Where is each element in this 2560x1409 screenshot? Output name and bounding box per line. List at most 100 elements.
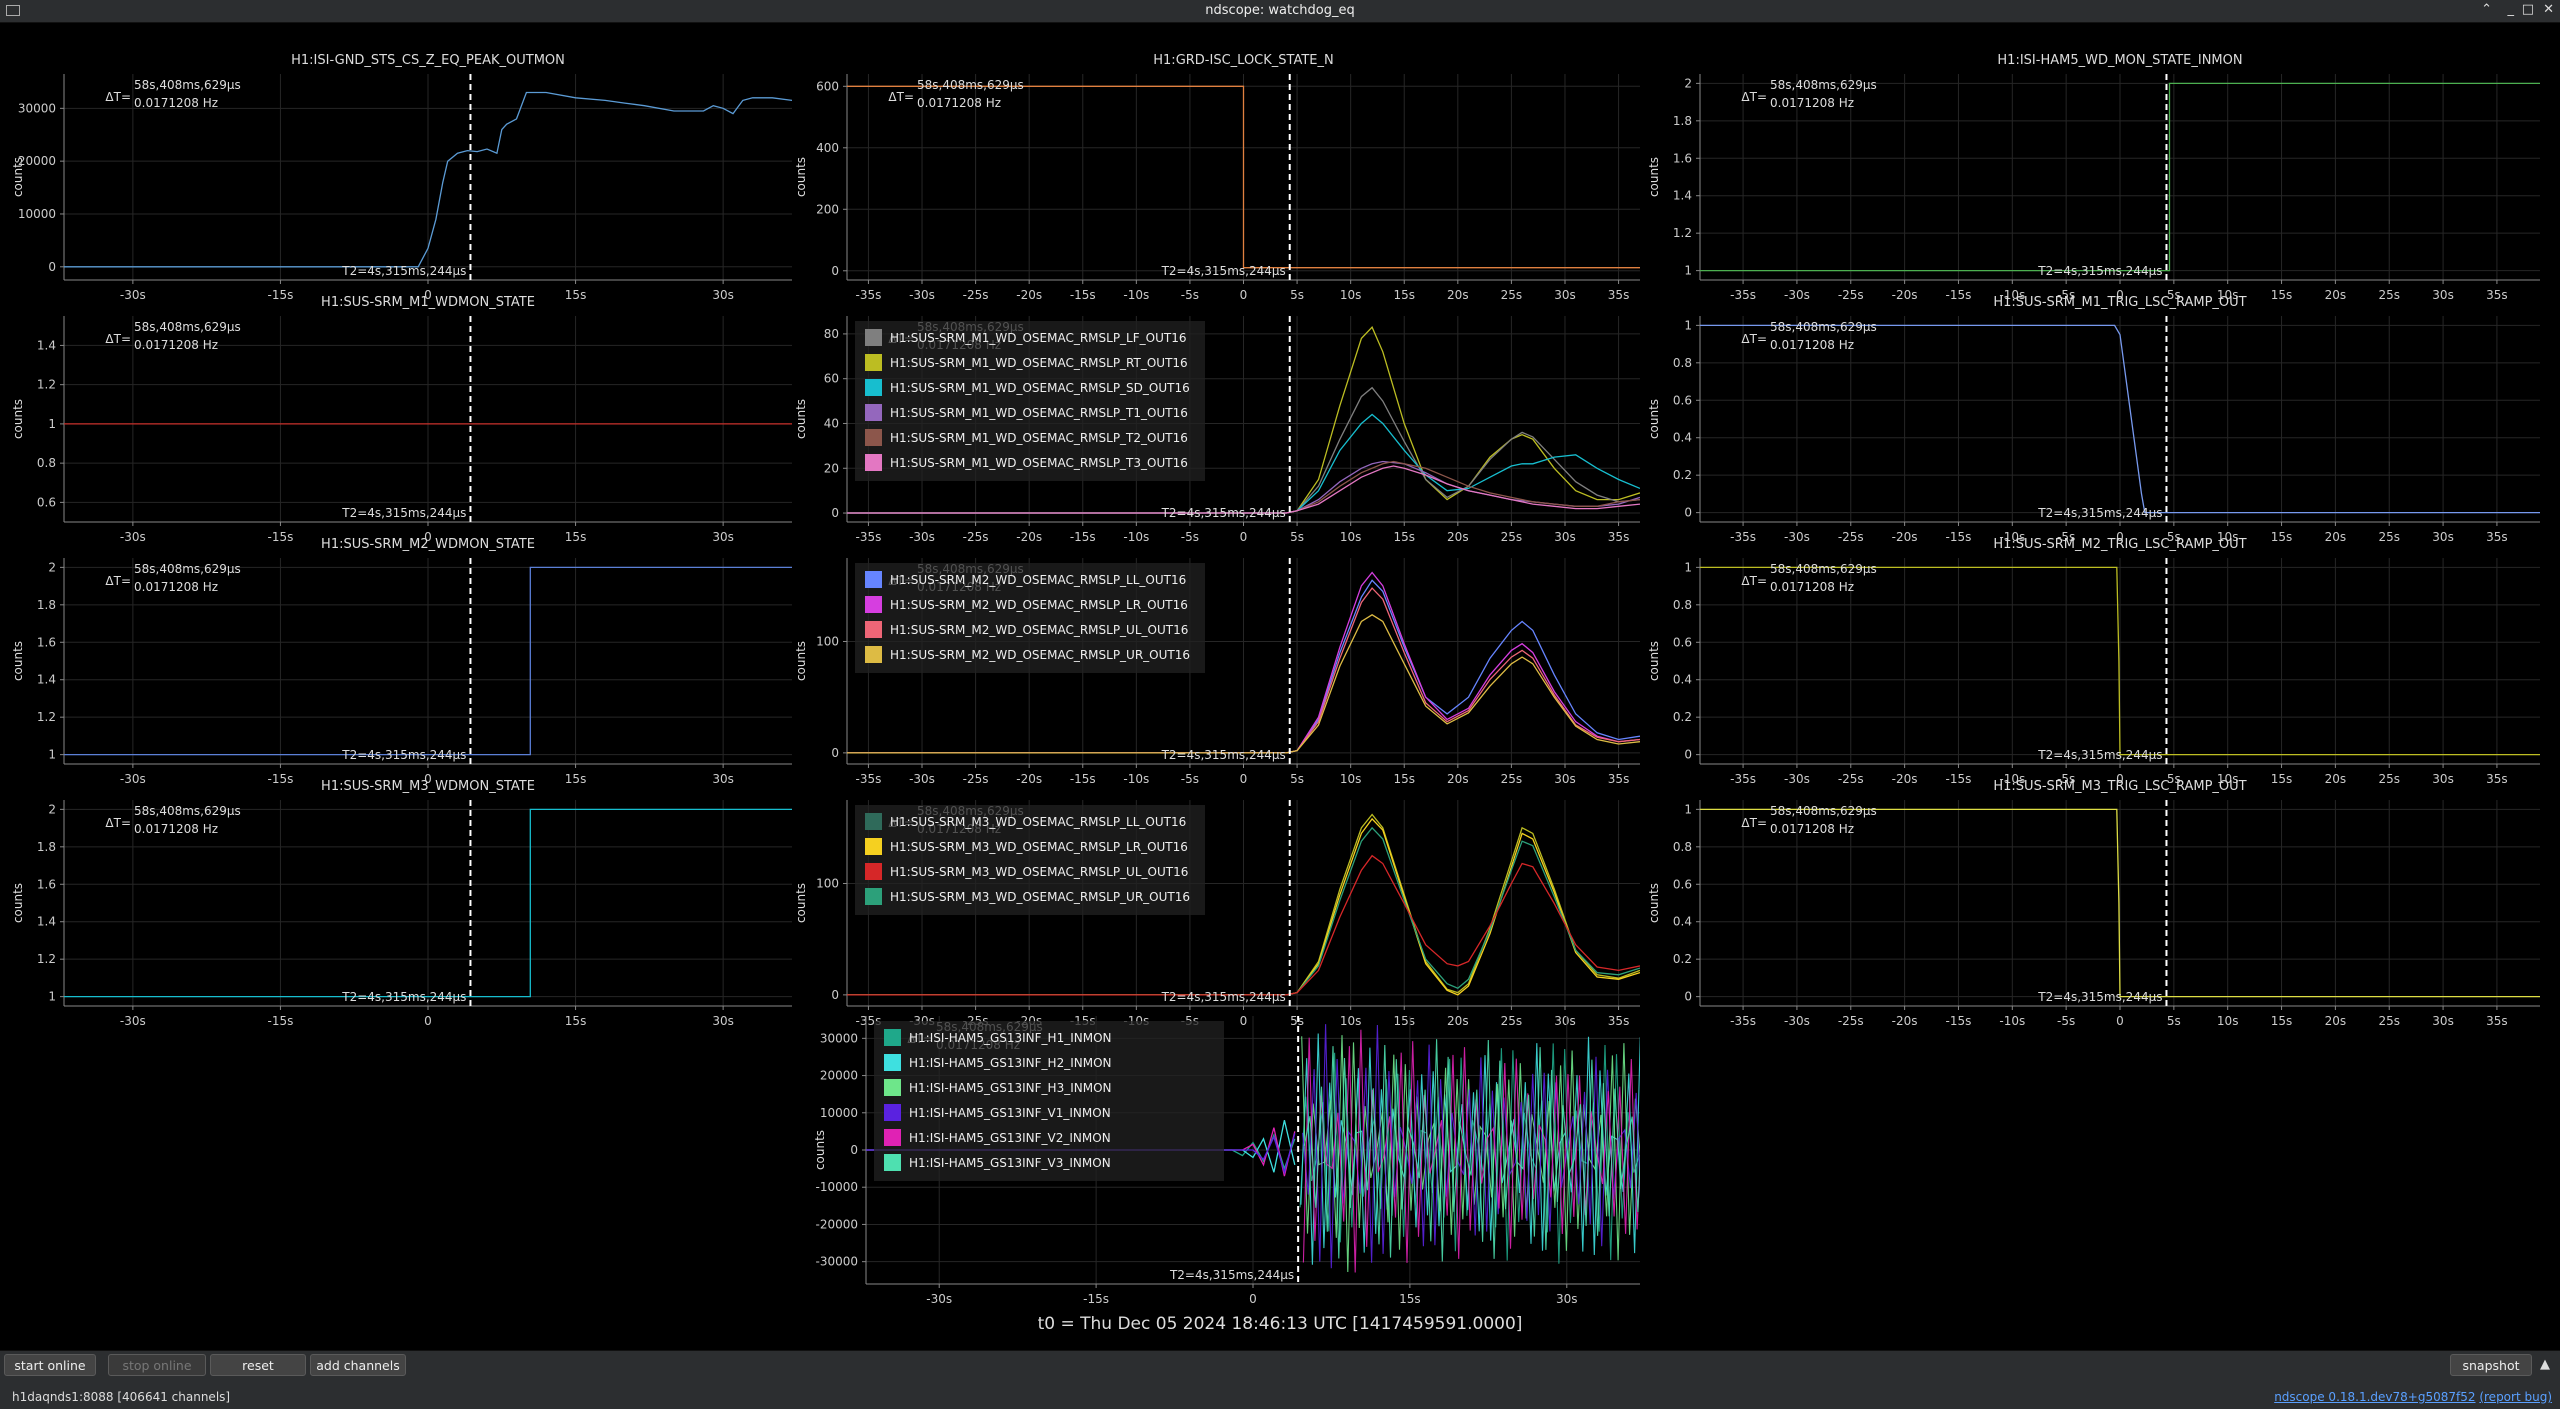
x-tick-label: -10s	[1123, 288, 1149, 302]
delta-t-value: 58s,408ms,629µs	[917, 78, 1024, 92]
legend-entry: H1:SUS-SRM_M2_WD_OSEMAC_RMSLP_LL_OUT16	[890, 573, 1186, 587]
legend-entry: H1:SUS-SRM_M2_WD_OSEMAC_RMSLP_UL_OUT16	[890, 623, 1188, 637]
cursor-t2-label: T2=4s,315ms,244µs	[341, 506, 466, 520]
series-group	[847, 85, 1640, 269]
x-tick-label: -35s	[856, 530, 882, 544]
y-tick-label: 0.8	[1673, 840, 1692, 854]
plot-9: H1:SUS-SRM_M3_WDMON_STATEcounts -30s -15s 0…	[11, 779, 792, 1028]
close-window-icon[interactable]: ✕	[2543, 2, 2554, 17]
x-tick-label: -30s	[1784, 1014, 1810, 1028]
y-tick-label: 1.8	[37, 598, 56, 612]
cursor-t2-label: T2=4s,315ms,244µs	[1161, 748, 1286, 762]
add-channels-button[interactable]: add channels	[310, 1354, 406, 1376]
delta-t-frequency: 0.0171208 Hz	[1770, 338, 1854, 352]
y-axis-label: counts	[813, 1130, 827, 1170]
legend-swatch	[865, 596, 882, 613]
y-tick-label: 60	[824, 372, 839, 386]
y-tick-label: 0.6	[1673, 635, 1692, 649]
legend-entry: H1:SUS-SRM_M1_WD_OSEMAC_RMSLP_RT_OUT16	[890, 356, 1188, 370]
x-tick-label: 30s	[1554, 772, 1576, 786]
stop-online-button[interactable]: stop online	[108, 1354, 206, 1376]
x-tick-label: -30s	[120, 772, 146, 786]
x-tick-label: -10s	[1123, 530, 1149, 544]
y-tick-label: 1.4	[1673, 189, 1692, 203]
y-axis-label: counts	[1647, 883, 1661, 923]
y-tick-label: 0	[831, 264, 839, 278]
y-tick-label: 2	[1684, 76, 1692, 90]
delta-t-frequency: 0.0171208 Hz	[134, 580, 218, 594]
x-tick-label: 25s	[2378, 530, 2400, 544]
y-axis-label: counts	[794, 399, 808, 439]
plot-grid: H1:ISI-GND_STS_CS_Z_EQ_PEAK_OUTMON counts…	[0, 22, 2560, 1350]
y-axis-label: counts	[794, 883, 808, 923]
y-tick-label: 1.6	[1673, 151, 1692, 165]
expand-arrow-icon[interactable]: ▲	[2540, 1357, 2550, 1372]
x-tick-label: 35s	[1608, 772, 1630, 786]
toolbar: start online stop online reset add chann…	[0, 1350, 2560, 1387]
plot-title: H1:ISI-HAM5_WD_MON_STATE_INMON	[1997, 53, 2242, 68]
maximize-window-icon[interactable]: □	[2522, 2, 2534, 17]
y-tick-label: -20000	[815, 1217, 858, 1231]
y-tick-label: 1.4	[37, 673, 56, 687]
x-tick-label: 15s	[1393, 288, 1415, 302]
x-tick-label: 5s	[1290, 772, 1304, 786]
y-tick-label: 600	[816, 79, 839, 93]
delta-t-value: 58s,408ms,629µs	[134, 320, 241, 334]
x-tick-label: -35s	[1730, 1014, 1756, 1028]
x-tick-label: -35s	[1730, 530, 1756, 544]
legend-entry: H1:SUS-SRM_M1_WD_OSEMAC_RMSLP_T3_OUT16	[890, 456, 1188, 470]
server-label: h1daqnds1:8088	[12, 1390, 114, 1404]
delta-t-frequency: 0.0171208 Hz	[917, 96, 1001, 110]
plots-canvas[interactable]: H1:ISI-GND_STS_CS_Z_EQ_PEAK_OUTMONcounts…	[0, 22, 2560, 1350]
x-tick-label: -20s	[1892, 288, 1918, 302]
y-tick-label: 1.8	[37, 840, 56, 854]
plot-3: H1:SUS-SRM_M1_WDMON_STATEcounts -30s -15s 0…	[11, 295, 792, 544]
cursor-t2-label: T2=4s,315ms,244µs	[2037, 506, 2162, 520]
legend-entry: H1:ISI-HAM5_GS13INF_V2_INMON	[909, 1131, 1111, 1145]
delta-t-frequency: 0.0171208 Hz	[134, 338, 218, 352]
y-tick-label: 0.2	[1673, 710, 1692, 724]
minimize-window-icon[interactable]: _	[2508, 2, 2515, 17]
y-tick-label: 1.2	[37, 378, 56, 392]
plot-title: H1:SUS-SRM_M3_TRIG_LSC_RAMP_OUT	[1993, 779, 2246, 794]
snapshot-button[interactable]: snapshot	[2450, 1354, 2532, 1376]
y-tick-label: 0	[1684, 506, 1692, 520]
y-tick-label: 0.6	[1673, 393, 1692, 407]
y-tick-label: 1.6	[37, 877, 56, 891]
x-tick-label: -20s	[1892, 530, 1918, 544]
cursor-t2-label: T2=4s,315ms,244µs	[1161, 990, 1286, 1004]
delta-t-label: ΔT=	[1741, 574, 1767, 588]
shade-window-icon[interactable]: ⌃	[2481, 2, 2492, 17]
x-tick-label: 0	[2116, 1014, 2124, 1028]
start-online-button[interactable]: start online	[4, 1354, 96, 1376]
x-tick-label: 15s	[1393, 530, 1415, 544]
legend-swatch	[884, 1029, 901, 1046]
delta-t-label: ΔT=	[1741, 332, 1767, 346]
y-axis-label: counts	[11, 883, 25, 923]
cursor-t2-label: T2=4s,315ms,244µs	[1161, 506, 1286, 520]
x-tick-label: -25s	[1838, 772, 1864, 786]
window-titlebar: ndscope: watchdog_eq ⌃ _ □ ✕	[0, 0, 2560, 23]
y-tick-label: 200	[816, 202, 839, 216]
plot-title: H1:SUS-SRM_M3_WDMON_STATE	[321, 779, 535, 794]
y-tick-label: 2	[48, 560, 56, 574]
delta-t-value: 58s,408ms,629µs	[134, 78, 241, 92]
x-tick-label: 35s	[1608, 1014, 1630, 1028]
reset-button[interactable]: reset	[210, 1354, 306, 1376]
legend-entry: H1:SUS-SRM_M3_WD_OSEMAC_RMSLP_LR_OUT16	[890, 840, 1188, 854]
x-tick-label: -15s	[1946, 772, 1972, 786]
x-tick-label: 30s	[1554, 1014, 1576, 1028]
legend-swatch	[865, 621, 882, 638]
plot-title: H1:SUS-SRM_M1_TRIG_LSC_RAMP_OUT	[1993, 295, 2246, 310]
legend-entry: H1:SUS-SRM_M2_WD_OSEMAC_RMSLP_UR_OUT16	[890, 648, 1190, 662]
y-axis-label: counts	[1647, 641, 1661, 681]
cursor-t2-label: T2=4s,315ms,244µs	[341, 990, 466, 1004]
x-tick-label: 10s	[1340, 1014, 1362, 1028]
y-tick-label: 0	[831, 988, 839, 1002]
version-link[interactable]: ndscope 0.18.1.dev78+g5087f52	[2274, 1390, 2475, 1404]
cursor-t2-label: T2=4s,315ms,244µs	[2037, 264, 2162, 278]
x-tick-label: -15s	[268, 772, 294, 786]
report-bug-link[interactable]: (report bug)	[2479, 1390, 2552, 1404]
cursor-t2-label: T2=4s,315ms,244µs	[1169, 1268, 1294, 1282]
x-tick-label: -20s	[1016, 530, 1042, 544]
